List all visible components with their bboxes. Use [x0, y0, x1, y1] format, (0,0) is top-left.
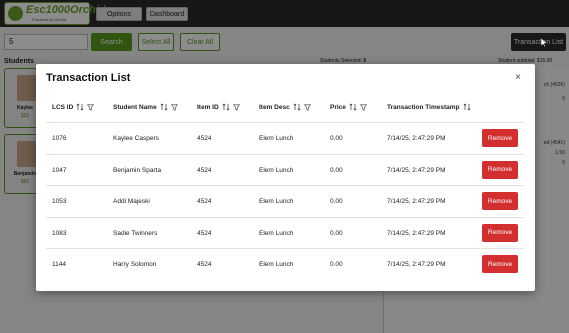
cell-lcs-id: 1053 [52, 198, 67, 205]
cell-item-id: 4524 [197, 229, 212, 237]
column-header: Transaction Timestamp [387, 102, 471, 112]
sort-icon[interactable] [463, 103, 471, 111]
column-header: Price [330, 102, 368, 112]
cell-item-desc: Elem Lunch [259, 166, 294, 174]
filter-icon[interactable] [303, 104, 311, 111]
cell-price: 0.00 [330, 261, 343, 268]
cell-timestamp: 7/14/25, 2:47:29 PM [387, 198, 446, 205]
cell-student-name: Addi Majeski [113, 198, 150, 205]
column-header-label: Price [330, 103, 346, 111]
cell-price: 0.00 [330, 198, 343, 205]
cell-price: 0.00 [330, 135, 343, 142]
table-row: 1083 Sadie Twinners 4524 Elem Lunch 0.00 7/14… [46, 216, 524, 248]
remove-button[interactable]: Remove [482, 160, 518, 179]
cell-item-id: 4524 [197, 261, 212, 268]
cell-timestamp: 7/14/25, 2:47:29 PM [387, 166, 446, 174]
remove-button[interactable]: Remove [482, 192, 518, 210]
cell-lcs-id: 1076 [52, 135, 67, 142]
modal-title: Transaction List [46, 72, 131, 84]
cell-lcs-id: 1144 [52, 261, 66, 268]
filter-icon[interactable] [359, 104, 368, 111]
table-row: 1047 Benjamin Sparta 4524 Elem Lunch 0.00 7/1… [46, 153, 524, 185]
filter-icon[interactable] [170, 104, 178, 111]
cell-item-desc: Elem Lunch [259, 261, 294, 268]
column-header: Item Desc [259, 102, 311, 112]
column-header-label: LCS ID [52, 103, 74, 111]
mouse-cursor-icon [541, 38, 547, 47]
sort-icon[interactable] [160, 103, 168, 111]
cell-student-name: Sadie Twinners [113, 229, 158, 237]
sort-icon[interactable] [222, 103, 230, 111]
cell-item-id: 4524 [197, 166, 212, 174]
cell-price: 0.00 [330, 166, 343, 174]
column-header: LCS ID [52, 102, 95, 112]
sort-icon[interactable] [293, 103, 301, 111]
transaction-list-modal: Transaction List × LCS ID Student Name Ite… [36, 64, 535, 291]
cell-student-name: Kaylee Caspers [113, 135, 159, 142]
cell-item-id: 4524 [197, 198, 212, 205]
close-icon[interactable]: × [512, 71, 524, 83]
sort-icon[interactable] [76, 103, 84, 111]
cell-price: 0.00 [330, 229, 343, 237]
table-row: 1053 Addi Majeski 4524 Elem Lunch 0.00 7/14/2… [46, 185, 524, 216]
column-header-label: Transaction Timestamp [387, 103, 460, 111]
cell-student-name: Harry Solomon [113, 261, 157, 268]
cell-timestamp: 7/14/25, 2:47:29 PM [387, 229, 446, 237]
filter-icon[interactable] [87, 104, 95, 111]
cell-item-desc: Elem Lunch [259, 229, 294, 237]
cell-lcs-id: 1083 [52, 229, 67, 237]
table-row: 1076 Kaylee Caspers 4524 Elem Lunch 0.00 7/14… [46, 122, 524, 153]
remove-button[interactable]: Remove [482, 129, 518, 147]
cell-item-desc: Elem Lunch [259, 198, 294, 205]
cell-timestamp: 7/14/25, 2:47:29 PM [387, 135, 446, 142]
column-header-label: Student Name [113, 103, 157, 111]
table-row: 1144 Harry Solomon 4524 Elem Lunch 0.00 7/14/… [46, 248, 524, 279]
cell-timestamp: 7/14/25, 2:47:29 PM [387, 261, 446, 268]
column-header-label: Item Desc [259, 103, 290, 111]
cell-item-id: 4524 [197, 135, 212, 142]
column-header: Item ID [197, 102, 240, 112]
cell-lcs-id: 1047 [52, 166, 67, 174]
filter-icon[interactable] [232, 104, 240, 111]
remove-button[interactable]: Remove [482, 255, 518, 273]
column-header: Student Name [113, 102, 178, 112]
cell-item-desc: Elem Lunch [259, 135, 294, 142]
cell-student-name: Benjamin Sparta [113, 166, 162, 174]
column-header-label: Item ID [197, 103, 219, 111]
sort-icon[interactable] [349, 103, 357, 111]
remove-button[interactable]: Remove [482, 223, 518, 242]
